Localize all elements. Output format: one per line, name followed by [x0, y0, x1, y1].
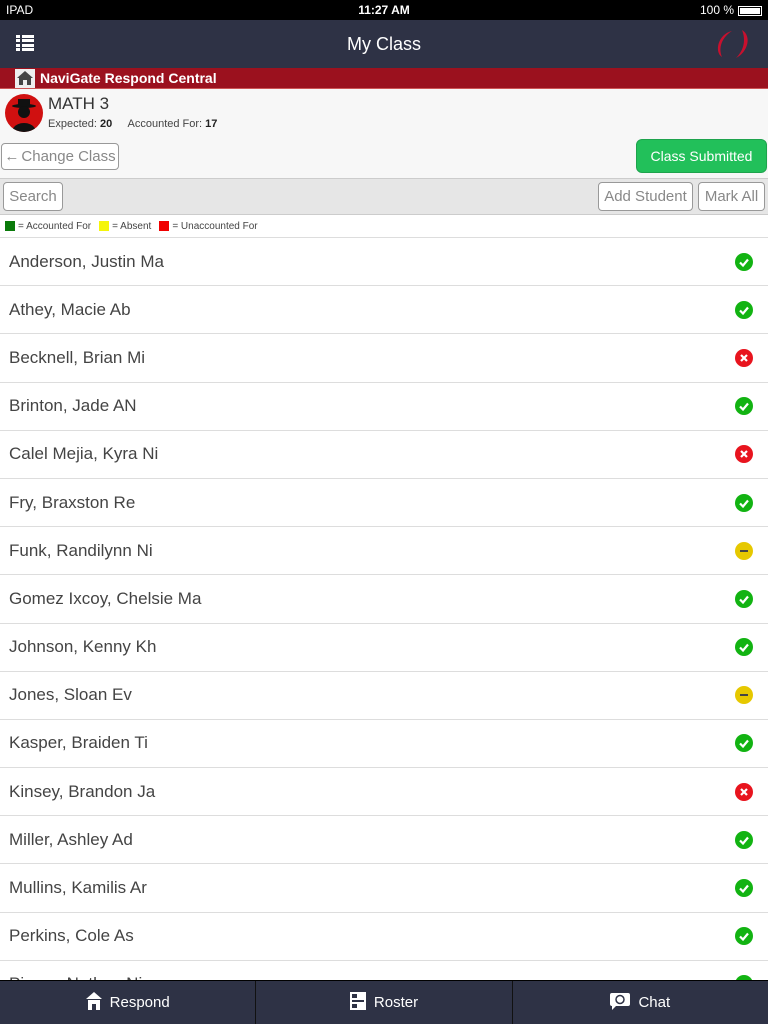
accounted-label: Accounted For:	[127, 118, 203, 130]
student-name: Fry, Braxston Re	[9, 492, 136, 512]
class-info: MATH 3 Expected: 20 Accounted For: 17 ← C…	[0, 89, 768, 178]
check-circle-icon[interactable]	[735, 734, 753, 753]
menu-icon[interactable]	[16, 35, 34, 51]
legend-swatch	[99, 221, 110, 231]
expected-label: Expected:	[48, 118, 97, 130]
house-icon	[85, 991, 102, 1014]
student-row[interactable]: Becknell, Brian Mi	[0, 334, 768, 383]
toolbar: Search Add Student Mark All	[0, 178, 768, 215]
change-class-label: Change Class	[21, 148, 116, 165]
logo-icon	[717, 30, 748, 58]
nav-chat[interactable]: Chat	[513, 981, 768, 1024]
change-class-button[interactable]: ← Change Class	[1, 143, 119, 170]
student-row[interactable]: Brinton, Jade AN	[0, 383, 768, 431]
x-circle-icon[interactable]	[735, 782, 753, 801]
check-circle-icon[interactable]	[735, 927, 753, 946]
legend-label: = Accounted For	[18, 220, 92, 232]
student-name: Athey, Macie Ab	[9, 299, 131, 319]
clock: 11:27 AM	[358, 3, 410, 17]
arrow-left-icon: ←	[4, 148, 20, 165]
x-circle-icon[interactable]	[735, 445, 753, 464]
student-row[interactable]: Calel Mejia, Kyra Ni	[0, 431, 768, 479]
class-counts: Expected: 20 Accounted For: 17	[48, 118, 217, 130]
student-name: Kinsey, Brandon Ja	[9, 781, 156, 801]
minus-circle-icon[interactable]	[735, 541, 753, 560]
check-circle-icon[interactable]	[735, 638, 753, 657]
battery-icon	[738, 5, 762, 16]
check-circle-icon[interactable]	[735, 493, 753, 512]
student-name: Perkins, Cole As	[9, 926, 134, 946]
student-row[interactable]: Anderson, Justin Ma	[0, 238, 768, 287]
student-name: Mullins, Kamilis Ar	[9, 878, 147, 898]
home-icon[interactable]	[15, 68, 35, 88]
student-name: Jones, Sloan Ev	[9, 685, 132, 705]
search-button[interactable]: Search	[3, 182, 63, 211]
student-row[interactable]: Perkins, Cole As	[0, 913, 768, 961]
add-student-button[interactable]: Add Student	[598, 182, 693, 211]
nav-roster[interactable]: Roster	[256, 981, 513, 1024]
class-name: MATH 3	[48, 94, 110, 113]
class-submitted-button[interactable]: Class Submitted	[636, 139, 767, 173]
student-name: Anderson, Justin Ma	[9, 251, 164, 271]
student-row[interactable]: Mullins, Kamilis Ar	[0, 864, 768, 913]
nav-label: Chat	[638, 994, 671, 1011]
banner-title: NaviGate Respond Central	[40, 70, 217, 86]
student-name: Brinton, Jade AN	[9, 396, 137, 416]
legend-label: = Unaccounted For	[172, 220, 258, 232]
check-circle-icon[interactable]	[735, 300, 753, 319]
nav-label: Roster	[373, 994, 419, 1011]
student-row[interactable]: Funk, Randilynn Ni	[0, 527, 768, 576]
chat-icon	[610, 992, 631, 1014]
x-circle-icon[interactable]	[735, 348, 753, 367]
expected-count: 20	[99, 118, 113, 130]
nav-respond[interactable]: Respond	[0, 981, 257, 1024]
battery: 100 %	[700, 3, 762, 17]
check-circle-icon[interactable]	[735, 830, 753, 849]
check-circle-icon[interactable]	[735, 879, 753, 898]
check-circle-icon[interactable]	[735, 589, 753, 608]
student-row[interactable]: Kasper, Braiden Ti	[0, 720, 768, 769]
student-name: Miller, Ashley Ad	[9, 829, 133, 849]
student-list: Anderson, Justin Ma Athey, Macie Ab Beckne…	[0, 238, 768, 1009]
student-name: Johnson, Kenny Kh	[9, 637, 157, 657]
student-row[interactable]: Athey, Macie Ab	[0, 286, 768, 335]
roster-icon	[349, 991, 366, 1014]
nav-label: Respond	[109, 994, 170, 1011]
device-label: IPAD	[6, 3, 34, 17]
check-circle-icon[interactable]	[735, 397, 753, 416]
student-row[interactable]: Gomez Ixcoy, Chelsie Ma	[0, 575, 768, 624]
student-row[interactable]: Fry, Braxston Re	[0, 479, 768, 528]
page-title: My Class	[346, 33, 421, 54]
student-row[interactable]: Kinsey, Brandon Ja	[0, 768, 768, 817]
check-circle-icon[interactable]	[735, 252, 753, 271]
student-row[interactable]: Miller, Ashley Ad	[0, 816, 768, 865]
student-row[interactable]: Johnson, Kenny Kh	[0, 624, 768, 672]
student-row[interactable]: Jones, Sloan Ev	[0, 672, 768, 720]
legend-swatch	[5, 221, 15, 231]
status-bar: IPAD 11:27 AM 100 %	[0, 0, 768, 20]
student-name: Becknell, Brian Mi	[9, 347, 146, 367]
legend-label: = Absent	[112, 220, 152, 232]
bottom-nav: Respond Roster Chat	[0, 980, 768, 1024]
avatar	[5, 94, 43, 132]
student-name: Kasper, Braiden Ti	[9, 733, 148, 753]
minus-circle-icon[interactable]	[735, 686, 753, 705]
legend: = Accounted For = Absent = Unaccounted For	[0, 215, 768, 238]
student-name: Calel Mejia, Kyra Ni	[9, 444, 159, 464]
app-header: My Class	[0, 20, 768, 68]
student-name: Funk, Randilynn Ni	[9, 540, 153, 560]
mark-all-button[interactable]: Mark All	[698, 182, 765, 211]
accounted-count: 17	[205, 118, 218, 130]
banner: NaviGate Respond Central	[0, 68, 768, 89]
legend-swatch	[159, 221, 170, 231]
student-name: Gomez Ixcoy, Chelsie Ma	[9, 588, 202, 608]
battery-percent: 100 %	[699, 3, 734, 17]
